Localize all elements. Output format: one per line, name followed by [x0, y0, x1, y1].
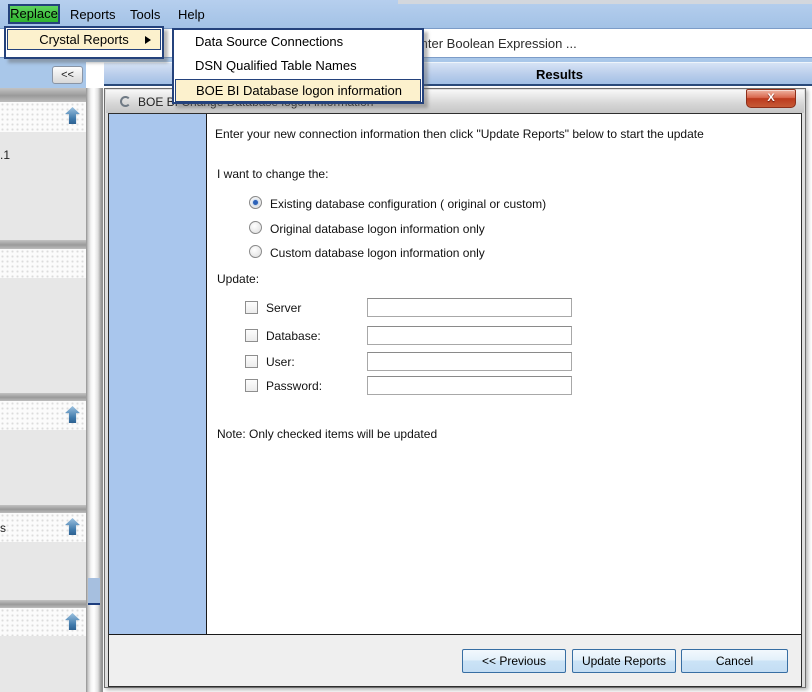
- menu-bar: Replace Reports Tools Help: [0, 0, 812, 28]
- sidebar-panel: [0, 430, 86, 505]
- panel-separator: [0, 240, 86, 249]
- panel-separator: [0, 505, 86, 513]
- sidebar-panel-header: s: [0, 513, 86, 542]
- sidebar-panel: [0, 636, 86, 692]
- radio-existing-config[interactable]: [249, 196, 262, 209]
- sidebar-panel: [0, 278, 86, 393]
- scrollbar-thumb[interactable]: [88, 578, 100, 605]
- sidebar-panel-header: [0, 249, 86, 278]
- previous-button[interactable]: << Previous: [462, 649, 566, 673]
- radio-custom-logon-label: Custom database logon information only: [270, 246, 485, 260]
- sidebar-panel-header: [0, 102, 86, 132]
- menu-item-data-source-connections[interactable]: Data Source Connections: [175, 30, 421, 54]
- radio-original-logon[interactable]: [249, 221, 262, 234]
- dialog-side-panel: [109, 114, 207, 634]
- checkbox-password-label: Password:: [266, 379, 322, 393]
- server-input[interactable]: [367, 298, 572, 317]
- clipped-label: s: [0, 521, 6, 535]
- up-arrow-icon[interactable]: [65, 613, 80, 630]
- user-input[interactable]: [367, 352, 572, 371]
- menu-help[interactable]: Help: [178, 7, 205, 22]
- clipped-label: .1: [0, 148, 10, 162]
- close-icon: X: [767, 92, 774, 104]
- dialog-body: Enter your new connection information th…: [108, 113, 802, 687]
- menu-reports[interactable]: Reports: [70, 7, 116, 22]
- dialog-icon: [120, 96, 131, 107]
- sidebar-panel: [0, 542, 86, 600]
- checkbox-database-label: Database:: [266, 329, 321, 343]
- radio-original-logon-label: Original database logon information only: [270, 222, 485, 236]
- application-window: Replace Reports Tools Help Enter Boolean…: [0, 0, 812, 692]
- menu-item-label: Crystal Reports: [39, 32, 129, 47]
- sidebar-collapse-button[interactable]: <<: [52, 66, 83, 84]
- radio-custom-logon[interactable]: [249, 245, 262, 258]
- panel-separator: [0, 88, 86, 102]
- window-edge-strip: [398, 0, 812, 4]
- sidebar-panel-header: [0, 608, 86, 636]
- checkbox-user[interactable]: [245, 355, 258, 368]
- up-arrow-icon[interactable]: [65, 107, 80, 124]
- boolean-expression-placeholder: Enter Boolean Expression ...: [412, 36, 577, 51]
- cancel-button[interactable]: Cancel: [681, 649, 788, 673]
- checkbox-server[interactable]: [245, 301, 258, 314]
- sidebar-panel-header: [0, 401, 86, 430]
- menu-item-dsn-qualified-table-names[interactable]: DSN Qualified Table Names: [175, 54, 421, 78]
- menu-tools[interactable]: Tools: [130, 7, 160, 22]
- replace-menu-panel: Crystal Reports: [4, 26, 164, 59]
- password-input[interactable]: [367, 376, 572, 395]
- up-arrow-icon[interactable]: [65, 406, 80, 423]
- sidebar-header: <<: [0, 62, 86, 88]
- update-label: Update:: [217, 272, 259, 286]
- checkbox-password[interactable]: [245, 379, 258, 392]
- radio-existing-config-label: Existing database configuration ( origin…: [270, 197, 546, 211]
- dialog-note: Note: Only checked items will be updated: [217, 427, 437, 441]
- sidebar-panel: .1: [0, 132, 86, 240]
- checkbox-user-label: User:: [266, 355, 295, 369]
- checkbox-database[interactable]: [245, 329, 258, 342]
- up-arrow-icon[interactable]: [65, 518, 80, 535]
- dialog-intro-text: Enter your new connection information th…: [215, 127, 704, 141]
- panel-separator: [0, 600, 86, 608]
- checkbox-server-label: Server: [266, 301, 301, 315]
- close-button[interactable]: X: [746, 89, 796, 108]
- menu-replace[interactable]: Replace: [8, 4, 60, 24]
- submenu-arrow-icon: [145, 36, 151, 44]
- database-input[interactable]: [367, 326, 572, 345]
- panel-separator: [0, 393, 86, 401]
- change-prompt-label: I want to change the:: [217, 167, 328, 181]
- results-title: Results: [536, 67, 583, 82]
- menu-item-boe-bi-database-logon[interactable]: BOE BI Database logon information: [175, 79, 421, 102]
- change-logon-dialog: BOE BI Change Database logon information…: [104, 88, 806, 688]
- crystal-reports-submenu-panel: Data Source Connections DSN Qualified Ta…: [172, 28, 424, 104]
- update-reports-button[interactable]: Update Reports: [572, 649, 676, 673]
- dialog-footer: << Previous Update Reports Cancel: [109, 635, 801, 686]
- menu-item-crystal-reports[interactable]: Crystal Reports: [7, 29, 161, 50]
